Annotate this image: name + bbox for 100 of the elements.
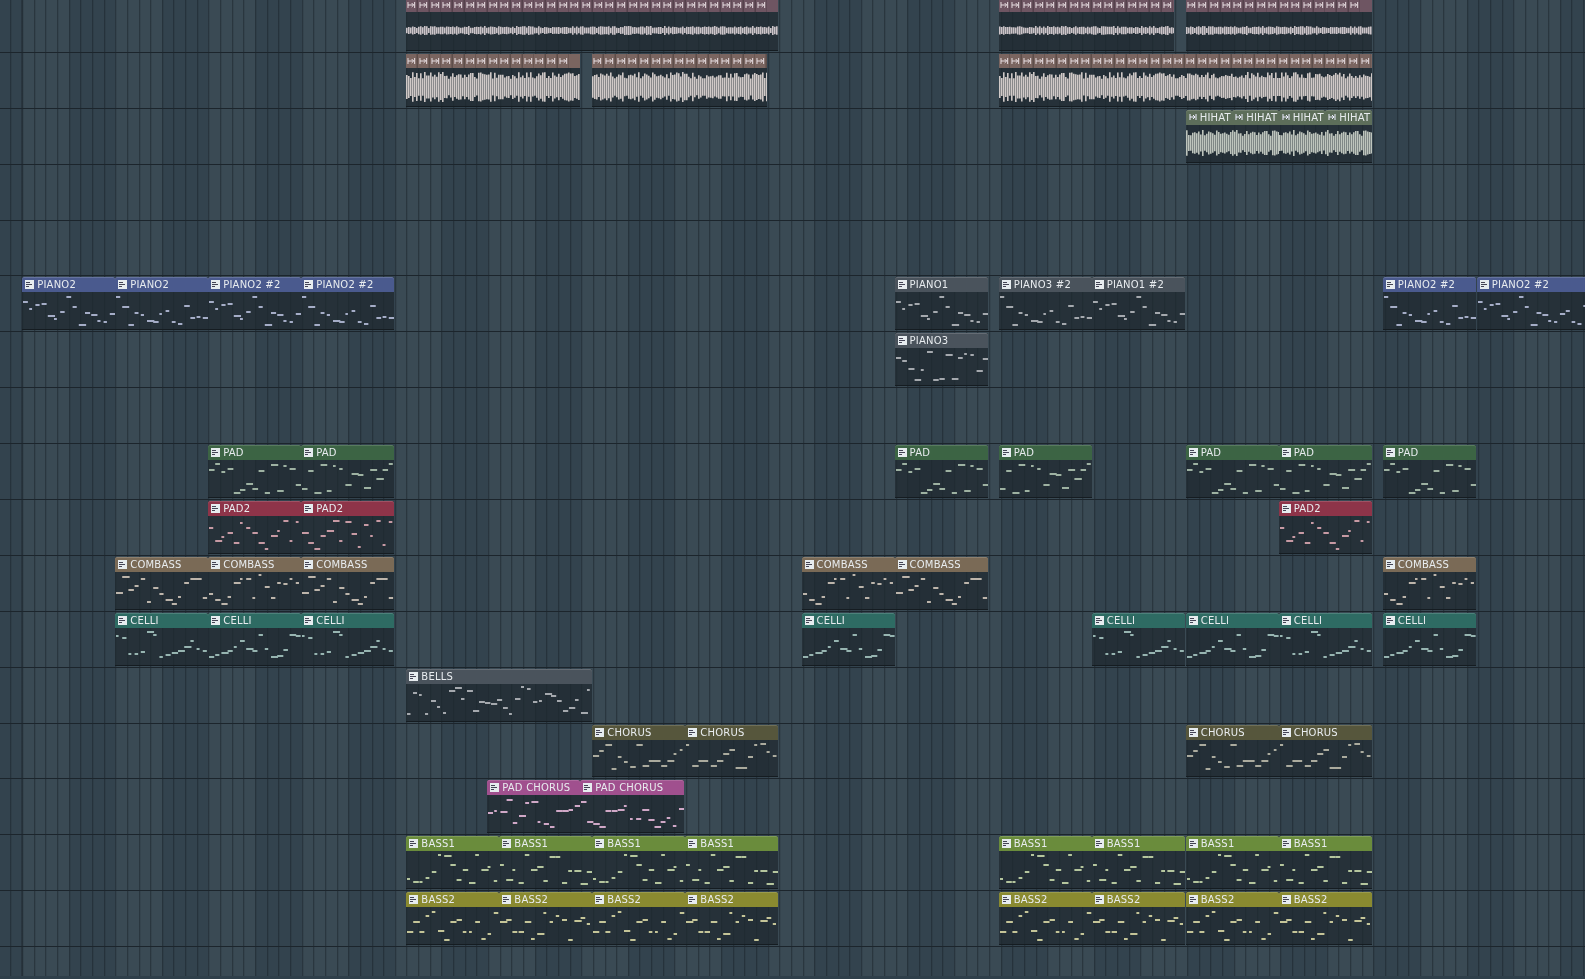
audio-clip[interactable]: HIHAT [1325,109,1372,163]
pattern-clip[interactable]: PAD [1185,445,1279,498]
pattern-clip[interactable]: CHORUS [1278,724,1372,778]
pattern-clip[interactable]: BASS2 [1278,892,1372,946]
pattern-clip[interactable]: BASS2 [1091,892,1185,946]
audio-clip[interactable] [406,53,581,107]
pattern-clip[interactable]: PAD CHORUS [487,780,581,834]
piano-roll-icon [409,671,419,681]
audio-clip[interactable] [998,0,1174,51]
piano-roll-icon [1188,895,1198,905]
audio-clip[interactable]: HIHAT [1185,109,1233,163]
clip-name: PIANO2 #2 [316,278,374,293]
pattern-clip[interactable]: BASS2 [1185,892,1279,946]
pattern-clip[interactable]: PAD2 [208,501,302,554]
waveform-drawing [1232,130,1279,157]
pattern-clip[interactable]: PAD [301,445,395,498]
sample-icon [1235,113,1244,122]
pattern-clip[interactable]: COMBASS [208,556,302,610]
pattern-clip[interactable]: PAD2 [301,501,395,554]
audio-clip[interactable]: HIHAT [1232,109,1279,163]
sample-icon [720,53,733,68]
pattern-clip[interactable]: COMBASS [115,556,209,610]
pattern-clip[interactable]: BASS1 [998,836,1092,890]
pattern-clip[interactable]: CHORUS [592,724,686,778]
clip-name: PAD CHORUS [502,781,571,796]
sample-icon [1173,53,1185,68]
pattern-clip[interactable]: BASS1 [499,836,593,890]
pattern-clip[interactable]: BASS2 [685,892,779,946]
pattern-clip[interactable]: BASS1 [1278,836,1372,890]
sample-icon [604,53,616,68]
pattern-clip[interactable]: COMBASS [1382,556,1476,610]
audio-clip[interactable] [592,53,768,107]
piano-roll-icon [1188,727,1198,737]
clip-name: BASS2 [514,893,549,908]
piano-roll-icon [1385,280,1395,290]
sample-icon [534,53,547,68]
clip-name: BASS1 [514,837,549,852]
pattern-clip[interactable]: CELLI [801,612,895,666]
pattern-clip[interactable]: BASS2 [592,892,686,946]
clip-name: BASS2 [700,893,735,908]
piano-roll-icon [1281,615,1291,625]
pattern-clip[interactable]: CELLI [1185,612,1279,666]
pattern-clip[interactable]: PAD [208,445,302,498]
piano-roll-icon [1001,280,1011,290]
pattern-clip[interactable]: PIANO2 [115,277,209,331]
pattern-clip[interactable]: BASS2 [406,892,500,946]
audio-clip[interactable] [998,53,1372,107]
sample-icon [1115,0,1127,12]
sample-icon [674,0,686,12]
pattern-clip[interactable]: PIANO1 #2 [1091,277,1185,331]
piano-roll-icon [304,615,314,625]
piano-roll-icon [1385,615,1395,625]
pattern-clip[interactable]: PAD [1382,445,1476,498]
sample-icon [638,53,651,68]
piano-roll-icon [1001,895,1011,905]
pattern-clip[interactable]: CELLI [1382,612,1476,666]
pattern-clip[interactable]: PIANO2 #2 [1382,277,1476,331]
pattern-clip[interactable]: BELLS [406,668,593,722]
pattern-clip[interactable]: PAD [998,445,1092,498]
piano-roll-icon [1094,280,1104,290]
pattern-clip[interactable]: BASS1 [685,836,779,890]
pattern-clip[interactable]: CELLI [301,612,395,666]
sample-icon [1347,53,1360,68]
audio-clip[interactable] [406,0,779,51]
pattern-clip[interactable]: BASS1 [1185,836,1279,890]
pattern-clip[interactable]: BASS2 [998,892,1092,946]
pattern-clip[interactable]: PIANO2 #2 [301,277,395,331]
pattern-clip[interactable]: PIANO2 [22,277,116,331]
pattern-clip[interactable]: PIANO3 #2 [998,277,1092,331]
sample-icon [452,0,465,12]
audio-clip[interactable]: HIHAT [1278,109,1326,163]
pattern-clip[interactable]: PIANO3 [894,333,988,387]
pattern-clip[interactable]: CHORUS [1185,724,1279,778]
piano-roll-icon [25,280,35,290]
sample-icon [627,53,639,68]
pattern-clip[interactable]: BASS2 [499,892,593,946]
pattern-clip[interactable]: BASS1 [1091,836,1185,890]
pattern-clip[interactable]: PAD [1278,445,1372,498]
pattern-clip[interactable]: PIANO1 [894,277,988,331]
pattern-clip[interactable]: PIANO2 #2 [208,277,302,331]
sample-icon [580,0,593,12]
piano-roll-icon [804,615,814,625]
clip-name: HIHAT [1339,110,1371,125]
pattern-clip[interactable]: CELLI [1091,612,1185,666]
pattern-clip[interactable]: CELLI [1278,612,1372,666]
pattern-clip[interactable]: PAD CHORUS [580,780,685,834]
piano-roll-icon [1479,280,1489,290]
pattern-clip[interactable]: CHORUS [685,724,779,778]
audio-clip[interactable] [1185,0,1372,51]
pattern-clip[interactable]: PAD [894,445,988,498]
pattern-clip[interactable]: BASS1 [592,836,686,890]
pattern-clip[interactable]: PAD2 [1278,501,1372,554]
pattern-clip[interactable]: COMBASS [894,556,988,610]
pattern-clip[interactable]: CELLI [115,612,209,666]
pattern-clip[interactable]: BASS1 [406,836,500,890]
piano-roll-icon [1001,839,1011,849]
pattern-clip[interactable]: COMBASS [801,556,895,610]
pattern-clip[interactable]: COMBASS [301,556,395,610]
pattern-clip[interactable]: PIANO2 #2 [1476,277,1585,331]
pattern-clip[interactable]: CELLI [208,612,302,666]
